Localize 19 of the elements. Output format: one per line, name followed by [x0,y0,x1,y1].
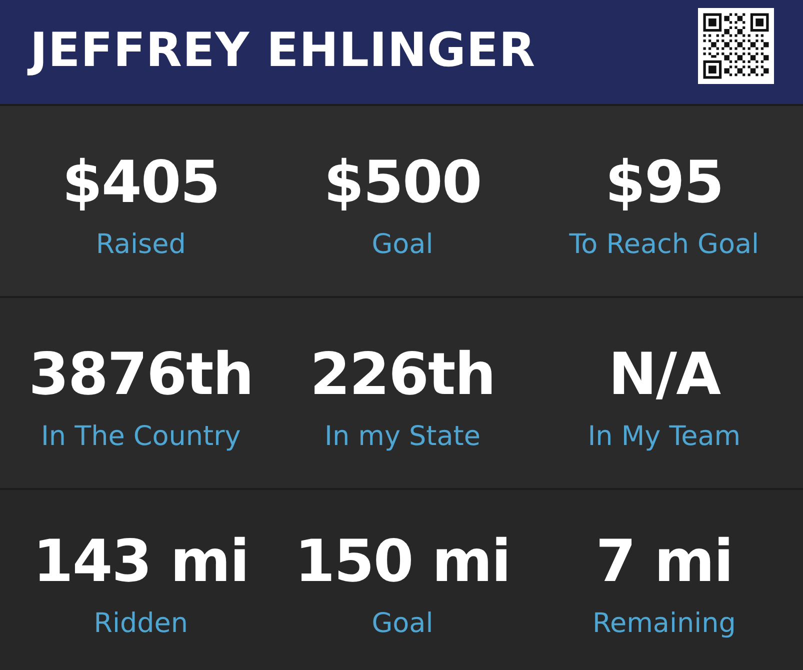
stat-label: Goal [372,608,434,640]
stat-label: In The Country [40,421,241,453]
stat-value: $95 [605,151,724,213]
stat-value: 226th [310,343,496,405]
stat-value: $500 [324,151,482,213]
stat-label: Remaining [592,608,736,640]
stat-value: N/A [608,343,720,405]
stat-value: 143 mi [33,530,249,592]
stat-label: Goal [372,229,434,261]
stat-label: In my State [324,421,480,453]
stat-label: Ridden [94,608,188,640]
stat-label: Raised [96,229,186,261]
stat-value: 150 mi [294,530,510,592]
stat-value: 3876th [28,343,254,405]
stat-value: $405 [62,151,220,213]
stat-label: To Reach Goal [569,229,760,261]
stat-value: 7 mi [596,530,733,592]
qr-code-icon [698,8,774,84]
stat-label: In My Team [588,421,741,453]
